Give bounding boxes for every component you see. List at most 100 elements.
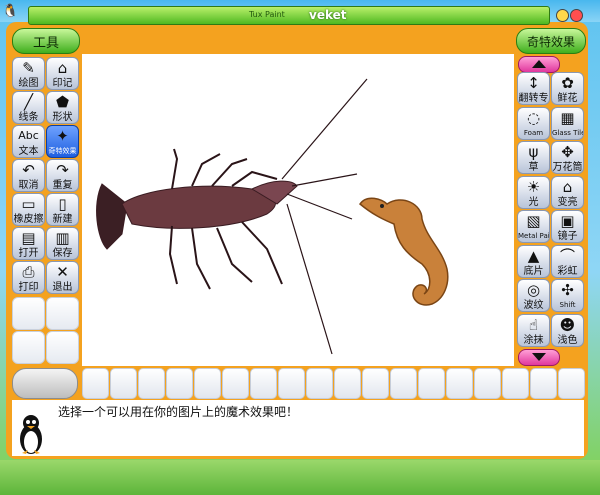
- penguin-logo-icon: 🐧: [2, 4, 19, 19]
- tool-tint[interactable]: ☻ 浅色: [551, 313, 584, 347]
- mirror-icon: ▣: [560, 212, 575, 230]
- tool-metal-paint[interactable]: ▧ Metal Paint: [517, 210, 550, 243]
- tool-label: 文本: [18, 146, 39, 157]
- magic-icon: ✦: [56, 127, 69, 145]
- tool-print[interactable]: ⎙ 打印: [12, 261, 45, 294]
- tool-negative[interactable]: ▲ 底片: [517, 244, 550, 278]
- color-swatch[interactable]: [446, 368, 473, 399]
- tool-label: 底片: [523, 265, 544, 277]
- arrow-up-icon: [532, 60, 546, 68]
- magic-header: 奇特效果: [516, 28, 586, 54]
- color-swatch[interactable]: [250, 368, 277, 399]
- tint-icon: ☻: [559, 315, 576, 334]
- lines-icon: ╱: [23, 93, 34, 111]
- tool-redo[interactable]: ↷ 重复: [46, 159, 79, 192]
- tool-quit[interactable]: ✕ 退出: [46, 261, 79, 294]
- tool-label: 奇特效果: [48, 147, 77, 155]
- tool-label: 彩虹: [557, 265, 578, 277]
- color-swatch[interactable]: [418, 368, 445, 399]
- color-swatch[interactable]: [166, 368, 193, 399]
- tool-save[interactable]: ▥ 保存: [46, 227, 79, 260]
- color-swatch[interactable]: [502, 368, 529, 399]
- tool-flower[interactable]: ✿ 鲜花: [551, 72, 584, 105]
- color-swatch[interactable]: [306, 368, 333, 399]
- tool-lighten[interactable]: ⌂ 变亮: [551, 175, 584, 209]
- color-swatch[interactable]: [530, 368, 557, 399]
- ripples-icon: ◎: [526, 281, 541, 299]
- tool-kaleidoscope[interactable]: ✥ 万花筒: [551, 141, 584, 174]
- color-swatch[interactable]: [362, 368, 389, 399]
- tool-lines[interactable]: ╱ 线条: [12, 91, 45, 124]
- save-icon: ▥: [55, 229, 70, 247]
- tool-flip[interactable]: ↕ 翻转专: [517, 72, 550, 105]
- tool-label: 保存: [52, 248, 73, 259]
- flower-icon: ✿: [561, 74, 574, 92]
- tool-label: 绘图: [18, 78, 39, 89]
- tool-ripples[interactable]: ◎ 波纹: [517, 279, 550, 312]
- tux-penguin-icon: [16, 413, 46, 455]
- tool-foam[interactable]: ◌ Foam: [517, 106, 550, 140]
- drawing-canvas[interactable]: [82, 54, 514, 366]
- tool-shapes[interactable]: ⬟ 形状: [46, 91, 79, 124]
- color-swatch[interactable]: [390, 368, 417, 399]
- empty-slot: [12, 331, 45, 364]
- seahorse-image: [358, 197, 449, 306]
- tool-light[interactable]: ☀ 光: [517, 175, 550, 209]
- glass-tile-icon: ▦: [560, 108, 575, 127]
- tool-grass[interactable]: ψ草: [517, 141, 550, 174]
- tool-stamp[interactable]: ⌂ 印记: [46, 57, 79, 90]
- app-name: Tux Paint: [249, 10, 285, 19]
- tool-label: 波纹: [523, 300, 544, 311]
- tool-eraser[interactable]: ▭ 橡皮擦: [12, 193, 45, 226]
- tool-label: 橡皮擦: [13, 214, 44, 225]
- arrow-down-icon: [532, 353, 546, 361]
- stamp-icon: ⌂: [57, 59, 68, 77]
- color-swatch[interactable]: [194, 368, 221, 399]
- tool-new[interactable]: ▯ 新建: [46, 193, 79, 226]
- color-selector[interactable]: [12, 368, 78, 399]
- tool-label: 新建: [52, 214, 73, 225]
- close-button[interactable]: [570, 9, 583, 22]
- color-swatch[interactable]: [558, 368, 585, 399]
- tool-shift[interactable]: ✣ Shift: [551, 279, 584, 312]
- tool-rainbow[interactable]: ⌒ 彩虹: [551, 244, 584, 278]
- tool-label: 印记: [52, 78, 73, 89]
- color-swatch[interactable]: [222, 368, 249, 399]
- tool-undo[interactable]: ↶ 取消: [12, 159, 45, 192]
- tool-glass-tile[interactable]: ▦ Glass Tile: [551, 106, 584, 140]
- canvas-artwork: [96, 78, 449, 355]
- color-swatch[interactable]: [474, 368, 501, 399]
- tool-label: 镜子: [557, 231, 578, 242]
- tools-header: 工具: [12, 28, 80, 54]
- new-icon: ▯: [58, 195, 67, 213]
- empty-slot: [46, 297, 79, 330]
- scroll-up-button[interactable]: [518, 56, 560, 73]
- tool-text[interactable]: Abc 文本: [12, 125, 45, 158]
- tool-paint[interactable]: ✎ 绘图: [12, 57, 45, 90]
- tool-label: 打印: [18, 282, 39, 293]
- redo-icon: ↷: [56, 161, 69, 179]
- minimize-button[interactable]: [556, 9, 569, 22]
- color-swatch[interactable]: [278, 368, 305, 399]
- tool-label: 重复: [52, 180, 73, 191]
- color-swatch[interactable]: [82, 368, 109, 399]
- color-swatch[interactable]: [110, 368, 137, 399]
- tool-label: 形状: [52, 112, 73, 123]
- status-message: 选择一个可以用在你的图片上的魔术效果吧！: [58, 405, 299, 419]
- lobster-image: [96, 78, 368, 355]
- tool-open[interactable]: ▤ 打开: [12, 227, 45, 260]
- empty-slot: [46, 331, 79, 364]
- tool-magic[interactable]: ✦ 奇特效果: [46, 125, 79, 158]
- color-swatch[interactable]: [334, 368, 361, 399]
- shapes-icon: ⬟: [55, 93, 70, 111]
- tool-label: 取消: [18, 180, 39, 191]
- tool-label: 鲜花: [557, 93, 578, 104]
- tool-label: 万花筒: [552, 162, 583, 173]
- tool-smudge[interactable]: ☝ 涂抹: [517, 313, 550, 347]
- tool-mirror[interactable]: ▣ 镜子: [551, 210, 584, 243]
- scroll-down-button[interactable]: [518, 349, 560, 366]
- tool-label: 草: [528, 162, 539, 173]
- color-swatch[interactable]: [138, 368, 165, 399]
- lighten-icon: ⌂: [562, 177, 573, 196]
- tool-label: Shift: [559, 301, 576, 309]
